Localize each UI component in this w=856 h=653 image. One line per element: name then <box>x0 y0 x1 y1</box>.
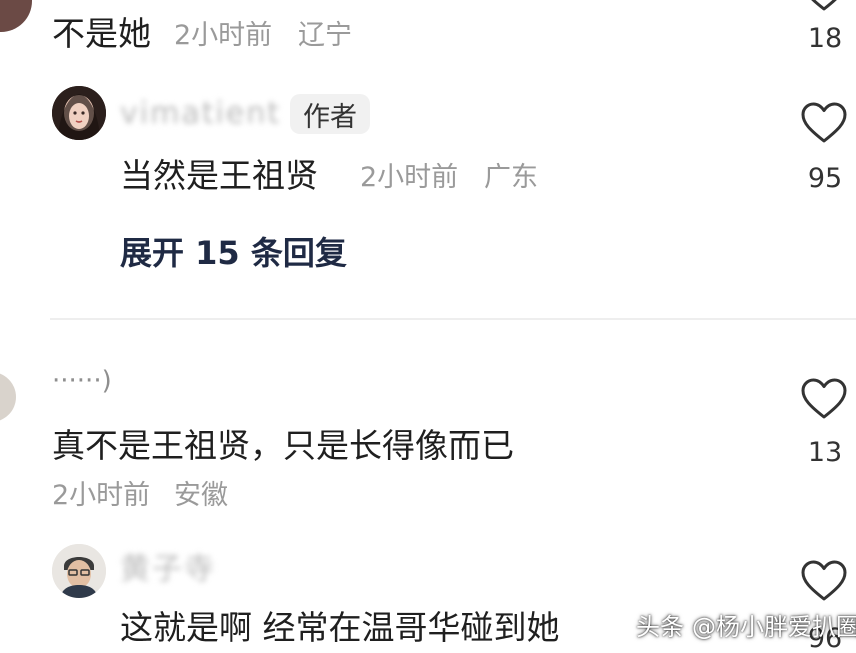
watermark-platform: 头条 <box>636 612 684 641</box>
heart-icon[interactable] <box>800 560 848 602</box>
comment-divider <box>50 318 856 320</box>
commenter-avatar-partial[interactable] <box>0 0 32 32</box>
avatar-photo-icon <box>52 544 106 598</box>
comment-location: 安徽 <box>174 480 228 511</box>
reply-text: 这就是啊 经常在温哥华碰到她 <box>120 608 560 647</box>
heart-icon[interactable] <box>800 378 848 420</box>
comment-text: 真不是王祖贤，只是长得像而已 <box>52 426 514 465</box>
comment-thread: 不是她 2小时前 辽宁 18 vimatient 作者 当然是王祖贤 2小时前 … <box>0 0 856 653</box>
heart-icon[interactable] <box>800 102 848 144</box>
comment-time: 2小时前 <box>174 20 273 51</box>
reply-avatar[interactable] <box>52 544 106 598</box>
like-count: 13 <box>807 437 843 468</box>
reply-location: 广东 <box>484 162 538 193</box>
reply-time: 2小时前 <box>360 162 459 193</box>
comment-text: 不是她 <box>52 14 151 53</box>
comment-time: 2小时前 <box>52 480 151 511</box>
reply-text: 当然是王祖贤 <box>120 156 318 195</box>
watermark-author: @杨小胖爱扒圈 <box>692 612 856 641</box>
reply-username[interactable]: 黄子寺 <box>120 550 216 590</box>
source-watermark: 头条 @杨小胖爱扒圈 <box>636 604 856 644</box>
author-avatar[interactable] <box>52 86 106 140</box>
heart-icon[interactable] <box>800 0 848 12</box>
like-count: 18 <box>807 23 843 54</box>
like-count: 95 <box>807 163 843 194</box>
comment-username[interactable]: ······) <box>52 364 112 398</box>
comment-location: 辽宁 <box>298 20 352 51</box>
reply-username[interactable]: vimatient <box>120 94 281 134</box>
commenter-avatar-partial[interactable] <box>0 372 16 422</box>
expand-replies-button[interactable]: 展开 15 条回复 <box>120 232 347 274</box>
author-badge: 作者 <box>290 94 370 134</box>
avatar-photo-icon <box>52 86 106 140</box>
